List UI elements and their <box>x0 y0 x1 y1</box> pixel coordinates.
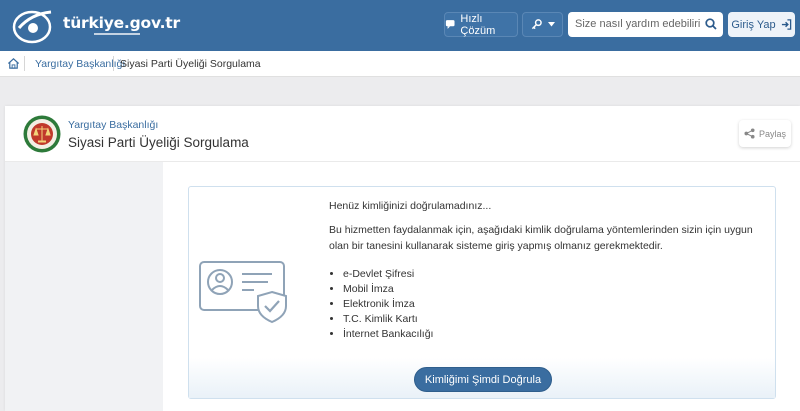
left-sidebar <box>5 162 163 411</box>
top-header: türkiye.gov.tr Hızlı Çözüm Giriş Yap <box>0 0 800 51</box>
home-icon[interactable] <box>7 57 20 70</box>
auth-required-panel: Henüz kimliğinizi doğrulamadınız... Bu h… <box>188 186 776 399</box>
site-logo[interactable]: türkiye.gov.tr <box>11 6 180 46</box>
breadcrumb-divider <box>113 56 114 71</box>
breadcrumb-link-institution[interactable]: Yargıtay Başkanlığı <box>35 58 125 70</box>
logo-text: türkiye.gov.tr <box>63 14 180 32</box>
auth-heading: Henüz kimliğinizi doğrulamadınız... <box>329 200 492 212</box>
breadcrumb-current: Siyasi Parti Üyeliği Sorgulama <box>120 58 261 70</box>
breadcrumb-divider <box>24 56 25 71</box>
id-card-shield-icon <box>199 261 287 324</box>
breadcrumb: Yargıtay Başkanlığı Siyasi Parti Üyeliği… <box>0 51 800 77</box>
search-input[interactable] <box>575 12 700 35</box>
logo-underline <box>94 33 140 35</box>
auth-description: Bu hizmetten faydalanmak için, aşağıdaki… <box>329 224 753 252</box>
quick-solution-label: Hızlı Çözüm <box>460 12 496 37</box>
search-icon[interactable] <box>705 18 717 30</box>
list-item: e-Devlet Şifresi <box>343 267 433 282</box>
share-button[interactable]: Paylaş <box>739 120 791 147</box>
auth-methods-list: e-Devlet Şifresi Mobil İmza Elektronik İ… <box>329 267 433 342</box>
login-button[interactable]: Giriş Yap <box>728 12 795 37</box>
institution-emblem-icon <box>23 115 61 153</box>
logo-icon <box>12 10 52 44</box>
service-title-row: Yargıtay Başkanlığı Siyasi Parti Üyeliği… <box>5 106 800 162</box>
key-icon <box>531 19 542 30</box>
quick-solution-button[interactable]: Hızlı Çözüm <box>444 12 518 37</box>
list-item: T.C. Kimlik Kartı <box>343 312 433 327</box>
search-box <box>568 12 723 37</box>
page-title: Siyasi Parti Üyeliği Sorgulama <box>68 135 249 150</box>
verify-identity-button[interactable]: Kimliğimi Şimdi Doğrula <box>414 367 552 392</box>
service-card: Yargıtay Başkanlığı Siyasi Parti Üyeliği… <box>5 106 800 411</box>
share-icon <box>744 128 755 139</box>
institution-name[interactable]: Yargıtay Başkanlığı <box>68 119 158 131</box>
sign-in-icon <box>781 19 791 30</box>
list-item: İnternet Bankacılığı <box>343 327 433 342</box>
key-menu-button[interactable] <box>522 12 563 37</box>
list-item: Mobil İmza <box>343 282 433 297</box>
chat-icon <box>445 20 455 29</box>
login-label: Giriş Yap <box>731 18 776 31</box>
share-label: Paylaş <box>758 128 786 139</box>
chevron-down-icon <box>547 22 555 27</box>
list-item: Elektronik İmza <box>343 297 433 312</box>
